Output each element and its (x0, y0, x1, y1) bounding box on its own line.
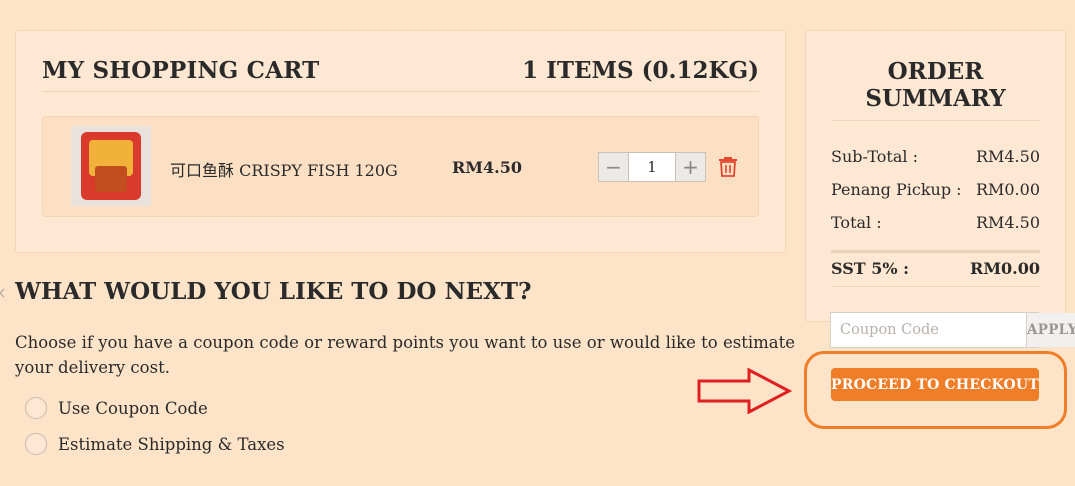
cart-item-row: 可口鱼酥 CRISPY FISH 120G RM4.50 − 1 + (42, 116, 759, 217)
option-label: Estimate Shipping & Taxes (58, 434, 285, 454)
divider (42, 91, 759, 92)
proceed-to-checkout-button[interactable]: PROCEED TO CHECKOUT (831, 368, 1039, 401)
divider (831, 120, 1040, 121)
pickup-row: Penang Pickup : RM0.00 (831, 180, 1040, 199)
total-row: Total : RM4.50 (831, 213, 1040, 232)
coupon-code-input[interactable] (831, 313, 1026, 347)
option-use-coupon[interactable]: Use Coupon Code (25, 397, 208, 419)
product-name[interactable]: 可口鱼酥 CRISPY FISH 120G (170, 157, 398, 181)
next-steps-description: Choose if you have a coupon code or rewa… (15, 333, 795, 377)
cart-panel: MY SHOPPING CART 1 ITEMS (0.12KG) 可口鱼酥 C… (15, 30, 786, 253)
order-summary-title: ORDER SUMMARY (865, 58, 1006, 112)
subtotal-row: Sub-Total : RM4.50 (831, 147, 1040, 166)
divider (831, 250, 1040, 253)
minus-icon[interactable]: − (599, 153, 628, 181)
divider (831, 286, 1040, 287)
quantity-stepper: − 1 + (598, 152, 706, 182)
plus-icon[interactable]: + (676, 153, 705, 181)
order-summary-panel: ORDER SUMMARY Sub-Total : RM4.50 Penang P… (805, 30, 1066, 322)
chevron-left-icon (0, 288, 5, 298)
option-label: Use Coupon Code (58, 398, 208, 418)
trash-icon[interactable] (718, 155, 738, 177)
cart-item-count: 1 ITEMS (0.12KG) (522, 57, 759, 84)
annotation-arrow-icon (697, 368, 793, 414)
coupon-form: APPLY (830, 312, 1075, 348)
sst-row: SST 5% : RM0.00 (831, 259, 1040, 278)
quantity-value[interactable]: 1 (628, 153, 676, 181)
radio-button[interactable] (25, 397, 47, 419)
apply-coupon-button[interactable]: APPLY (1026, 313, 1075, 347)
product-price: RM4.50 (452, 158, 522, 177)
radio-button[interactable] (25, 433, 47, 455)
cart-title: MY SHOPPING CART (42, 57, 320, 84)
next-steps-title: WHAT WOULD YOU LIKE TO DO NEXT? (15, 278, 532, 305)
product-thumbnail[interactable] (71, 126, 151, 206)
option-estimate-shipping[interactable]: Estimate Shipping & Taxes (25, 433, 285, 455)
